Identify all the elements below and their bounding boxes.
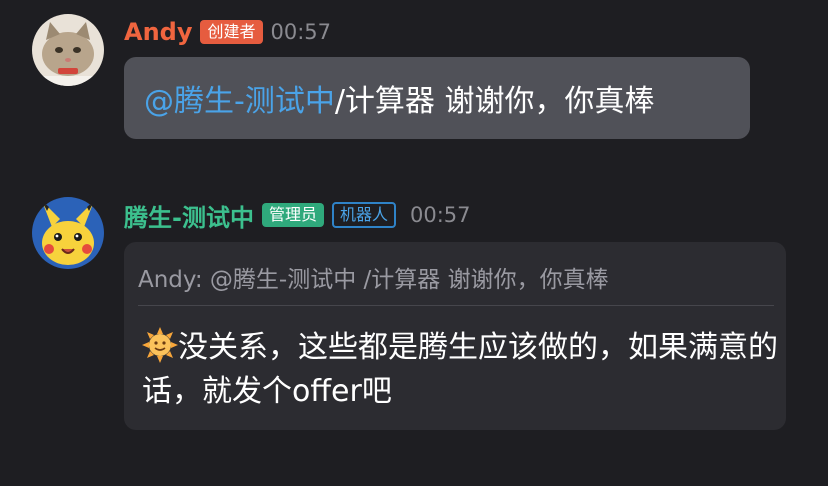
robot-badge: 机器人 xyxy=(331,202,396,228)
bot-name[interactable]: 腾生-测试中 xyxy=(124,198,254,233)
reply-text-block: 没关系，这些都是腾生应该做的，如果满意的话，就发个offer吧 xyxy=(142,326,778,414)
bot-avatar[interactable] xyxy=(32,197,104,269)
andy-message-bubble[interactable]: @腾生-测试中 /计算器 谢谢你，你真棒 xyxy=(124,57,750,139)
bot-header: 腾生-测试中 管理员 机器人 00:57 xyxy=(124,198,471,233)
message-text: /计算器 谢谢你，你真棒 xyxy=(334,84,655,119)
bot-message-bubble[interactable]: Andy: @腾生-测试中 /计算器 谢谢你，你真棒 没关系，这些都是腾生应该做… xyxy=(124,242,786,430)
reply-text: 没关系，这些都是腾生应该做的，如果满意的话，就发个offer吧 xyxy=(142,330,778,409)
creator-badge: 创建者 xyxy=(200,20,263,44)
mention-link[interactable]: @腾生-测试中 xyxy=(144,76,335,120)
andy-name[interactable]: Andy xyxy=(124,18,192,46)
andy-avatar[interactable] xyxy=(32,14,104,86)
andy-header: Andy 创建者 00:57 xyxy=(124,16,331,48)
message-time: 00:57 xyxy=(410,203,471,227)
admin-badge: 管理员 xyxy=(261,203,324,227)
chat-view: Andy 创建者 00:57 @腾生-测试中 /计算器 谢谢你，你真棒 腾生-测… xyxy=(0,0,828,486)
quote-divider xyxy=(138,305,774,306)
sun-face-emoji-icon xyxy=(142,327,178,363)
message-time: 00:57 xyxy=(270,20,332,44)
quoted-message[interactable]: Andy: @腾生-测试中 /计算器 谢谢你，你真棒 xyxy=(138,260,609,294)
